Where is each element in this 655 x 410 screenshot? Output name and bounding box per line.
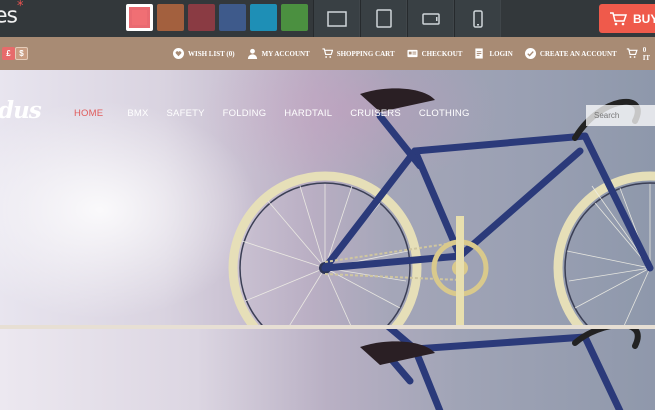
account-links: WISH LIST (0) MY ACCOUNT SHOPPING CART C… <box>173 37 629 70</box>
desktop-view-button[interactable] <box>313 0 360 37</box>
my-account-link[interactable]: MY ACCOUNT <box>247 48 310 59</box>
nav-safety[interactable]: SAFETY <box>167 108 205 119</box>
hero-banner-secondary <box>0 329 655 410</box>
cart-icon <box>322 48 333 58</box>
login-link[interactable]: LOGIN <box>474 48 513 59</box>
nav-clothing[interactable]: CLOTHING <box>419 108 470 119</box>
shopping-cart-link[interactable]: SHOPPING CART <box>322 48 395 59</box>
card-icon <box>407 49 418 58</box>
color-swatches <box>126 4 312 31</box>
theme-preview-bar: es* BUY <box>0 0 655 37</box>
swatch-green[interactable] <box>281 4 308 31</box>
hero-banner: dus HOME BMX SAFETY FOLDING HARDTAIL CRU… <box>0 70 655 325</box>
cart-count: 0 IT <box>642 45 651 62</box>
buy-button[interactable]: BUY <box>599 4 655 33</box>
device-switcher <box>313 0 501 37</box>
currency-dollar[interactable]: $ <box>15 47 28 60</box>
swatch-maroon[interactable] <box>188 4 215 31</box>
checkout-label: CHECKOUT <box>421 49 463 58</box>
bicycle-image-secondary <box>360 329 641 410</box>
rear-wheel <box>228 171 422 325</box>
crankset <box>431 216 489 325</box>
check-circle-icon <box>524 48 536 59</box>
nav-hardtail[interactable]: HARDTAIL <box>284 108 332 119</box>
brand-logo: es* <box>0 0 23 29</box>
store-logo[interactable]: dus <box>0 97 42 124</box>
main-navigation: HOME BMX SAFETY FOLDING HARDTAIL CRUISER… <box>60 102 488 125</box>
wish-list-label: WISH LIST (0) <box>188 49 235 58</box>
login-icon <box>475 48 484 59</box>
brand-mark: * <box>17 0 23 14</box>
basket-icon <box>626 48 638 58</box>
cart-icon <box>610 11 627 25</box>
create-account-link[interactable]: CREATE AN ACCOUNT <box>524 48 617 59</box>
swatch-brown[interactable] <box>157 4 184 31</box>
desktop-icon <box>326 10 347 27</box>
nav-home[interactable]: HOME <box>60 102 115 125</box>
phone-view-button[interactable] <box>454 0 501 37</box>
swatch-coral[interactable] <box>126 4 153 31</box>
tablet-landscape-icon <box>375 9 392 28</box>
buy-label: BUY <box>633 11 655 26</box>
phone-icon <box>472 9 483 28</box>
mini-cart[interactable]: 0 IT <box>626 37 655 70</box>
search-input[interactable] <box>586 105 655 126</box>
nav-bmx[interactable]: BMX <box>127 108 148 119</box>
swatch-navy[interactable] <box>219 4 246 31</box>
shopping-cart-label: SHOPPING CART <box>336 49 395 58</box>
my-account-label: MY ACCOUNT <box>261 49 310 58</box>
user-icon <box>247 48 257 59</box>
tablet-portrait-view-button[interactable] <box>407 0 454 37</box>
login-label: LOGIN <box>489 49 513 58</box>
tablet-portrait-icon <box>421 12 440 25</box>
heart-icon <box>173 48 184 59</box>
nav-cruisers[interactable]: CRUISERS <box>350 108 401 119</box>
tablet-landscape-view-button[interactable] <box>360 0 407 37</box>
create-account-label: CREATE AN ACCOUNT <box>539 49 617 58</box>
swatch-cyan[interactable] <box>250 4 277 31</box>
wish-list-link[interactable]: WISH LIST (0) <box>173 48 235 59</box>
checkout-link[interactable]: CHECKOUT <box>407 48 463 59</box>
nav-home-label: HOME <box>74 108 104 119</box>
brand-text: es <box>0 3 18 29</box>
nav-folding[interactable]: FOLDING <box>223 108 267 119</box>
currency-pound[interactable]: £ <box>2 47 15 60</box>
store-utility-bar: £ $ WISH LIST (0) MY ACCOUNT SHOPPING CA… <box>0 37 655 70</box>
